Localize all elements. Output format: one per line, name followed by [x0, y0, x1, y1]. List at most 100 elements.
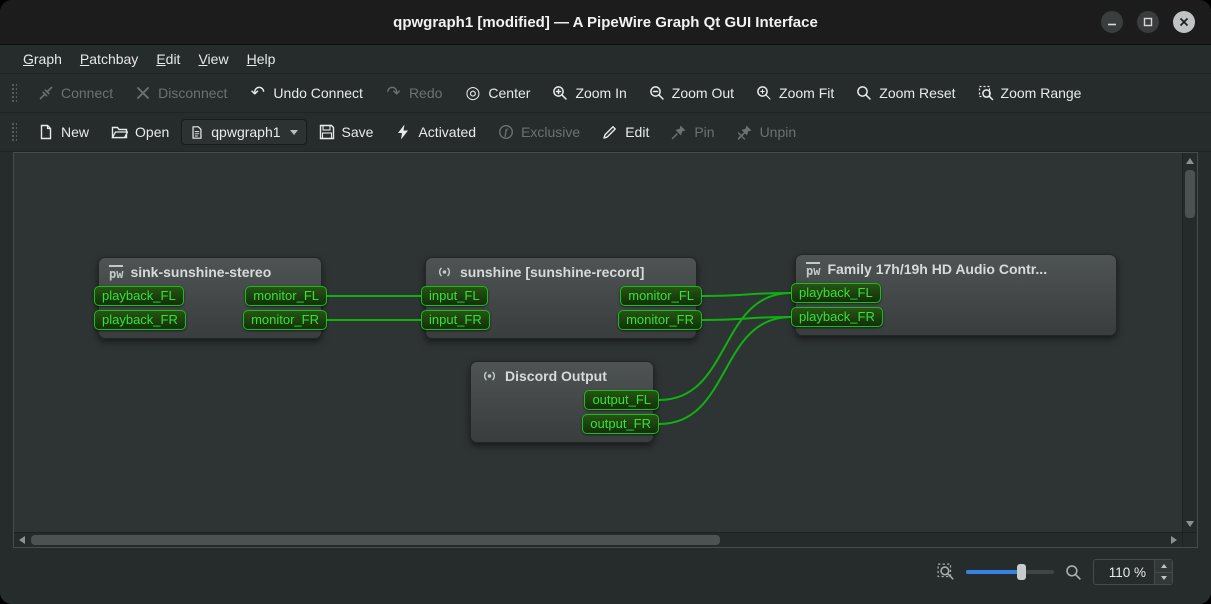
vertical-scrollbar[interactable] — [1182, 153, 1197, 532]
node-title: Family 17h/19h HD Audio Contr... — [827, 261, 1047, 277]
svg-text:f: f — [504, 128, 508, 138]
zoom-slider-handle[interactable] — [1017, 564, 1026, 580]
scroll-up-arrow[interactable] — [1186, 158, 1194, 164]
redo-button[interactable]: ↷ Redo — [375, 80, 452, 106]
activated-toggle[interactable]: Activated — [385, 119, 486, 145]
zoom-in-button[interactable]: Zoom In — [542, 80, 636, 106]
edit-pencil-icon — [602, 124, 618, 140]
port-monitor-fr[interactable]: monitor_FR — [243, 310, 327, 330]
scroll-down-arrow[interactable] — [1186, 521, 1194, 527]
node-header[interactable]: pw sink-sunshine-stereo — [99, 258, 321, 283]
port-playback-fl[interactable]: playback_FL — [94, 286, 184, 306]
menu-edit[interactable]: Edit — [147, 48, 189, 70]
node-sunshine[interactable]: sunshine [sunshine-record] input_FL inpu… — [425, 257, 697, 339]
zoom-fit-icon — [756, 85, 772, 101]
scroll-left-arrow[interactable] — [19, 536, 25, 544]
node-discord-output[interactable]: Discord Output output_FL output_FR — [470, 361, 654, 443]
save-button[interactable]: Save — [309, 119, 384, 145]
maximize-button[interactable] — [1137, 11, 1159, 33]
up-arrow-icon — [1161, 564, 1167, 568]
unpin-icon — [737, 124, 753, 140]
horizontal-scroll-thumb[interactable] — [31, 535, 720, 545]
zoom-out-icon — [649, 85, 665, 101]
minimize-button[interactable] — [1101, 11, 1123, 33]
titlebar[interactable]: qpwgraph1 [modified] — A PipeWire Graph … — [0, 0, 1211, 45]
scrollbar-corner — [1182, 532, 1197, 547]
disconnect-button[interactable]: Disconnect — [125, 80, 237, 106]
open-folder-icon — [111, 124, 128, 140]
port-playback-fr[interactable]: playback_FR — [791, 307, 883, 327]
zoom-range-icon — [978, 85, 994, 101]
menu-patchbay[interactable]: Patchbay — [71, 48, 147, 70]
unpin-button[interactable]: Unpin — [727, 119, 807, 145]
node-header[interactable]: Discord Output — [471, 362, 653, 387]
monitor-speaker-icon — [481, 368, 498, 384]
port-output-fr[interactable]: output_FR — [582, 414, 659, 434]
disconnect-icon — [135, 85, 151, 101]
node-sink-sunshine-stereo[interactable]: pw sink-sunshine-stereo playback_FL play… — [98, 257, 322, 339]
zoom-increment-button[interactable] — [1155, 560, 1172, 573]
patchbay-file-dropdown[interactable]: qpwgraph1 — [181, 119, 306, 145]
graph-scroll-area: pw sink-sunshine-stereo playback_FL play… — [13, 152, 1198, 548]
node-family-hd-audio[interactable]: pw Family 17h/19h HD Audio Contr... play… — [795, 254, 1117, 336]
vertical-scroll-thumb[interactable] — [1185, 170, 1195, 218]
center-button[interactable]: ◎ Center — [454, 80, 540, 106]
close-button[interactable] — [1173, 11, 1195, 33]
horizontal-scrollbar[interactable] — [14, 532, 1182, 547]
connect-button[interactable]: Connect — [28, 80, 123, 106]
menubar: Graph Patchbay Edit View Help — [0, 45, 1211, 74]
toolbar-patchbay: New Open qpwgraph1 Save — [0, 113, 1211, 152]
port-monitor-fl[interactable]: monitor_FL — [620, 286, 702, 306]
new-button[interactable]: New — [28, 119, 99, 145]
zoom-value[interactable]: 110 % — [1094, 565, 1154, 580]
port-input-fl[interactable]: input_FL — [421, 286, 488, 306]
new-file-icon — [38, 124, 54, 140]
activated-bolt-icon — [395, 124, 411, 140]
window-title: qpwgraph1 [modified] — A PipeWire Graph … — [393, 14, 818, 31]
statusbar: 110 % — [0, 548, 1211, 604]
node-title: sunshine [sunshine-record] — [460, 264, 644, 280]
undo-connect-button[interactable]: ↶ Undo Connect — [239, 80, 373, 106]
menu-graph[interactable]: Graph — [14, 48, 71, 70]
port-monitor-fr[interactable]: monitor_FR — [618, 310, 702, 330]
zoom-spinbox[interactable]: 110 % — [1093, 559, 1173, 585]
menu-help[interactable]: Help — [238, 48, 285, 70]
chevron-down-icon — [290, 130, 298, 135]
down-arrow-icon — [1161, 576, 1167, 580]
zoom-out-button[interactable]: Zoom Out — [639, 80, 744, 106]
connection-wire[interactable] — [702, 293, 791, 296]
port-monitor-fl[interactable]: monitor_FL — [245, 286, 327, 306]
toolbar-drag-handle[interactable] — [11, 122, 17, 142]
port-playback-fl[interactable]: playback_FL — [791, 283, 881, 303]
zoom-mini-icon[interactable] — [1065, 564, 1082, 581]
port-output-fl[interactable]: output_FL — [584, 390, 659, 410]
port-input-fr[interactable]: input_FR — [421, 310, 490, 330]
zoom-reset-icon — [856, 85, 872, 101]
edit-button[interactable]: Edit — [592, 119, 659, 145]
node-title: sink-sunshine-stereo — [130, 264, 271, 280]
zoom-decrement-button[interactable] — [1155, 573, 1172, 585]
zoom-slider[interactable] — [966, 563, 1054, 581]
minimize-icon — [1107, 17, 1117, 27]
node-title: Discord Output — [505, 368, 607, 384]
open-button[interactable]: Open — [101, 119, 179, 145]
zoom-range-button[interactable]: Zoom Range — [968, 80, 1092, 106]
redo-icon: ↷ — [385, 85, 402, 101]
pipewire-icon: pw — [109, 265, 123, 280]
graph-canvas[interactable]: pw sink-sunshine-stereo playback_FL play… — [14, 153, 1182, 532]
node-header[interactable]: sunshine [sunshine-record] — [426, 258, 696, 283]
zoom-in-icon — [552, 85, 568, 101]
scroll-right-arrow[interactable] — [1171, 536, 1177, 544]
zoom-slider-fill — [966, 570, 1021, 574]
menu-view[interactable]: View — [189, 48, 237, 70]
node-header[interactable]: pw Family 17h/19h HD Audio Contr... — [796, 255, 1116, 280]
zoom-reset-button[interactable]: Zoom Reset — [846, 80, 965, 106]
toolbar-drag-handle[interactable] — [11, 83, 17, 103]
port-playback-fr[interactable]: playback_FR — [94, 310, 186, 330]
zoom-fit-button[interactable]: Zoom Fit — [746, 80, 844, 106]
connect-icon — [38, 85, 54, 101]
exclusive-toggle[interactable]: f Exclusive — [488, 119, 590, 145]
connection-wire[interactable] — [702, 317, 791, 320]
pin-button[interactable]: Pin — [661, 119, 724, 145]
zoom-fit-mini-icon[interactable] — [937, 563, 955, 581]
